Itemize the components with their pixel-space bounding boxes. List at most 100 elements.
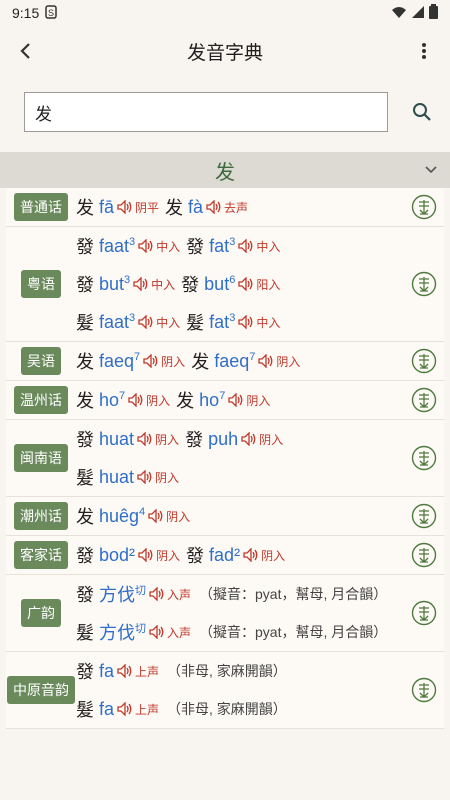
dialect-badge[interactable]: 广韵	[21, 599, 61, 627]
dialect-cell: 粤语	[6, 270, 76, 298]
reading-romanization: fā	[99, 197, 114, 218]
tone-label: 阴入	[161, 354, 186, 369]
reading-item: 发 fà 去声	[165, 194, 248, 220]
back-button[interactable]	[8, 33, 44, 69]
seal-script-icon[interactable]	[404, 542, 444, 568]
speaker-icon[interactable]	[149, 587, 165, 601]
reading-character: 發	[76, 237, 94, 257]
more-options-button[interactable]	[406, 33, 442, 69]
tone-number: 3	[229, 235, 236, 248]
tone-label: 阴平	[135, 200, 160, 215]
tone-label: 阴入	[155, 432, 180, 447]
phonology-note: （非母, 家麻開韻）	[167, 663, 287, 679]
seal-script-icon[interactable]	[404, 600, 444, 626]
speaker-icon[interactable]	[137, 432, 153, 446]
reading-item: 發 but3 中入	[76, 271, 175, 297]
readings: 發 bod² 阴入發 fad² 阴入	[76, 536, 404, 574]
signal-icon	[411, 5, 425, 22]
romanization-text: faeq	[99, 350, 135, 371]
tone-label: 阴入	[261, 548, 286, 563]
tone-label: 阴入	[146, 393, 171, 408]
speaker-icon[interactable]	[117, 200, 133, 214]
speaker-icon[interactable]	[238, 277, 254, 291]
speaker-icon[interactable]	[137, 470, 153, 484]
reading-item: 發 huat 阴入	[76, 426, 179, 452]
reading-romanization: faat3	[99, 312, 135, 333]
speaker-icon[interactable]	[138, 315, 154, 329]
dialect-row: 粤语發 faat3 中入發 fat3 中入發 but3 中入發 but6 阳入髮 faat3 中入髮…	[6, 227, 444, 342]
reading-character: 發	[186, 546, 205, 566]
phonology-note: （擬音：pyat，幫母, 月合韻）	[199, 586, 388, 602]
dialect-badge[interactable]: 客家话	[14, 541, 68, 569]
dialect-badge[interactable]: 闽南语	[14, 444, 68, 472]
speaker-icon[interactable]	[148, 509, 164, 523]
reading-character: 發	[181, 275, 200, 295]
seal-script-icon[interactable]	[404, 194, 444, 220]
dialect-badge[interactable]: 粤语	[21, 270, 61, 298]
dialect-row: 温州话发 ho7 阴入发 ho7 阴入	[6, 381, 444, 420]
reading-character: 髮	[76, 468, 94, 488]
speaker-icon[interactable]	[206, 200, 222, 214]
speaker-icon[interactable]	[258, 354, 274, 368]
phonology-note: （非母, 家麻開韻）	[167, 701, 287, 717]
search-row: 发	[0, 76, 450, 148]
dialect-badge[interactable]: 温州话	[14, 386, 68, 414]
dialect-badge[interactable]: 潮州话	[14, 502, 68, 530]
chevron-down-icon	[425, 166, 437, 174]
speaker-icon[interactable]	[238, 315, 254, 329]
speaker-icon[interactable]	[138, 239, 154, 253]
search-input[interactable]: 发	[24, 92, 389, 132]
character-header[interactable]: 发	[0, 152, 450, 188]
reading-character: 髮	[186, 313, 205, 333]
romanization-text: fà	[188, 196, 204, 217]
speaker-icon[interactable]	[138, 548, 154, 562]
romanization-text: faat	[99, 235, 130, 256]
speaker-icon[interactable]	[149, 625, 165, 639]
romanization-text: 方伐	[99, 585, 135, 605]
readings: 發 faat3 中入發 fat3 中入發 but3 中入發 but6 阳入髮 faat3 中入髮 fa…	[76, 227, 404, 341]
reading-item: 发 faeq7 阴入	[191, 348, 300, 374]
dialect-row: 闽南语發 huat 阴入發 puh 阴入髮 huat 阴入	[6, 420, 444, 497]
dialect-badge[interactable]: 中原音韵	[7, 676, 75, 704]
seal-script-icon[interactable]	[404, 348, 444, 374]
seal-script-icon[interactable]	[404, 677, 444, 703]
search-button[interactable]	[404, 94, 440, 130]
dialect-badge[interactable]: 吴语	[21, 347, 61, 375]
reading-item: 髮 huat 阴入	[76, 464, 179, 490]
seal-script-icon[interactable]	[404, 387, 444, 413]
reading-line: 發 but3 中入發 but6 阳入	[76, 265, 404, 303]
reading-item: 發 but6 阳入	[181, 271, 280, 297]
speaker-icon[interactable]	[243, 548, 259, 562]
seal-script-icon[interactable]	[404, 445, 444, 471]
phonology-note: （擬音：pyat，幫母, 月合韻）	[199, 624, 388, 640]
speaker-icon[interactable]	[128, 393, 144, 407]
reading-character: 發	[186, 237, 205, 257]
speaker-icon[interactable]	[133, 277, 149, 291]
reading-line: 發 bod² 阴入發 fad² 阴入	[76, 536, 404, 574]
tone-label: 中入	[256, 239, 281, 254]
dialect-badge[interactable]: 普通话	[14, 193, 68, 221]
reading-character: 髮	[76, 700, 94, 720]
tone-number: 7	[134, 350, 141, 363]
speaker-icon[interactable]	[238, 239, 254, 253]
speaker-icon[interactable]	[143, 354, 159, 368]
romanization-text: bod²	[99, 544, 136, 565]
speaker-icon[interactable]	[117, 702, 133, 716]
seal-script-icon[interactable]	[404, 271, 444, 297]
reading-romanization: 方伐切	[99, 581, 146, 607]
speaker-icon[interactable]	[117, 664, 133, 678]
speaker-icon[interactable]	[228, 393, 244, 407]
romanization-text: ho	[99, 389, 120, 410]
reading-character: 发	[176, 391, 195, 411]
reading-item: 发 huêg4 阴入	[76, 503, 190, 529]
tone-number: 切	[135, 585, 146, 597]
speaker-icon[interactable]	[241, 432, 257, 446]
reading-character: 發	[76, 546, 94, 566]
dialect-row: 普通话发 fā 阴平发 fà 去声	[6, 188, 444, 227]
seal-script-icon[interactable]	[404, 503, 444, 529]
reading-item: 發 fa 上声 （非母, 家麻開韻）	[76, 658, 287, 684]
readings: 发 ho7 阴入发 ho7 阴入	[76, 381, 404, 419]
reading-character: 髮	[76, 313, 94, 333]
reading-romanization: but3	[99, 274, 130, 295]
romanization-text: fad²	[209, 544, 241, 565]
